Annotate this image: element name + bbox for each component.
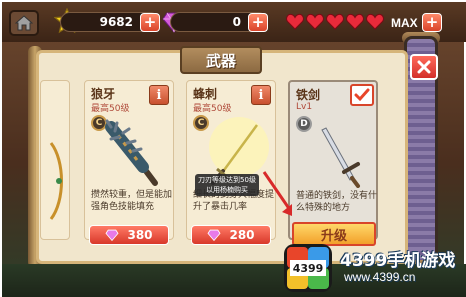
- game-screen: 9682 + 0 + MAX + 武器 狼牙 最高50级 i C 攒然较重，但是…: [0, 0, 466, 297]
- spiked-club-icon: [105, 119, 158, 186]
- heart-icon: [346, 13, 364, 30]
- watermark-logo: 4399: [284, 244, 332, 292]
- home-icon: [15, 15, 33, 31]
- close-button[interactable]: [410, 54, 438, 80]
- info-button[interactable]: i: [251, 85, 271, 105]
- watermark-logo-text: 4399: [293, 262, 324, 275]
- card-level: 最高50级: [91, 104, 130, 114]
- add-gold-button[interactable]: +: [140, 13, 160, 32]
- hearts-max-label: MAX: [391, 16, 418, 30]
- dialog-title: 武器: [180, 46, 262, 74]
- weapon-card-partial[interactable]: [40, 80, 70, 240]
- unlock-tooltip: 刀刃等级达到50级以用杨楠购买: [195, 174, 259, 196]
- card-level: 最高50级: [193, 104, 232, 114]
- iron-sword-icon: [321, 127, 360, 188]
- heart-icon: [286, 13, 304, 30]
- watermark-title: 4399手机游戏: [340, 251, 456, 271]
- card-description: 普通的铁剑，没有什么特殊的地方: [296, 191, 378, 213]
- heart-icon: [306, 13, 324, 30]
- card-name: 蜂刺: [193, 87, 218, 101]
- add-heart-button[interactable]: +: [422, 13, 442, 32]
- pointer-arrow-icon: [262, 171, 292, 216]
- home-button[interactable]: [9, 10, 39, 36]
- gem-icon: [207, 229, 221, 241]
- gem-value: 0: [232, 15, 241, 29]
- card-name: 铁剑: [296, 88, 321, 102]
- card-level: Lv1: [296, 102, 313, 112]
- price-value: 380: [127, 228, 153, 242]
- heart-icon: [326, 13, 344, 30]
- hearts-row: [286, 13, 384, 30]
- gem-icon: [105, 229, 119, 241]
- bow-weapon-icon: [49, 142, 63, 220]
- watermark-url: www.4399.cn: [344, 270, 416, 284]
- gold-value: 9682: [99, 15, 133, 29]
- info-button[interactable]: i: [149, 85, 169, 105]
- heart-icon: [366, 13, 384, 30]
- add-gem-button[interactable]: +: [248, 13, 268, 32]
- close-icon: [417, 60, 431, 74]
- card-description: 攒然较重，但是能加强角色技能填充: [91, 190, 173, 212]
- weapon-card-iron-sword[interactable]: 铁剑 Lv1 D 普通的铁剑，没有什么特殊的地方 升级: [288, 80, 378, 246]
- buy-button[interactable]: 380: [89, 225, 169, 245]
- watermark: 4399 4399手机游戏 www.4399.cn: [282, 238, 466, 296]
- buy-button[interactable]: 280: [191, 225, 271, 245]
- price-value: 280: [229, 228, 255, 242]
- top-resource-bar: 9682 + 0 + MAX +: [2, 2, 466, 42]
- weapon-card-wolf-fang[interactable]: 狼牙 最高50级 i C 攒然较重，但是能加强角色技能填充 380: [84, 80, 174, 245]
- card-name: 狼牙: [91, 87, 116, 101]
- checkmark-icon: [354, 88, 370, 102]
- equipped-check-button[interactable]: [350, 84, 374, 106]
